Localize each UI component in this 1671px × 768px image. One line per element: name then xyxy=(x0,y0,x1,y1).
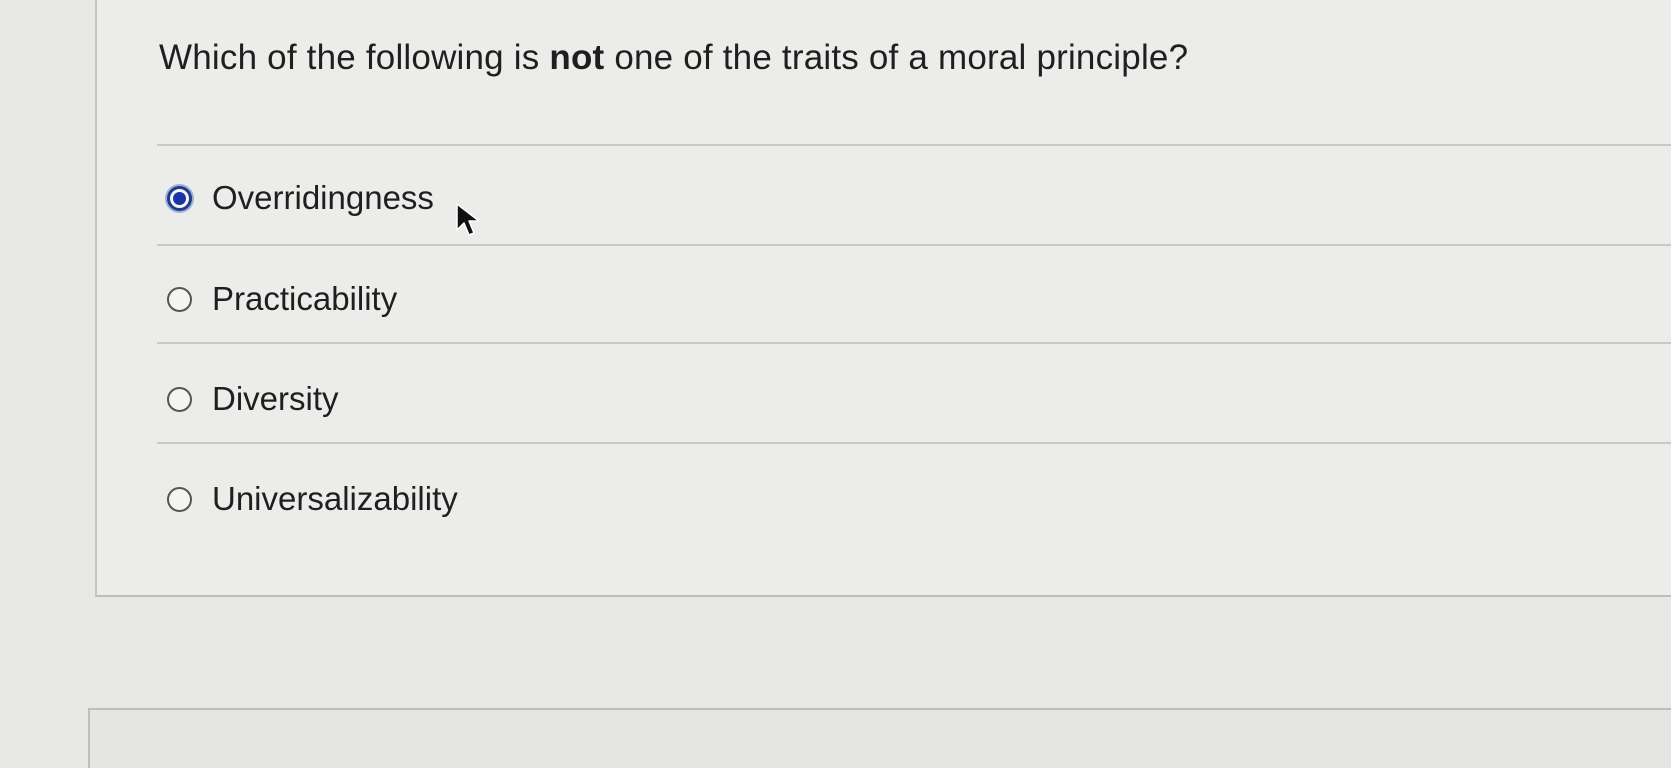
radio-button[interactable] xyxy=(167,386,192,412)
option-diversity[interactable]: Diversity xyxy=(167,377,339,421)
question-card: Which of the following is not one of the… xyxy=(95,0,1671,597)
mouse-pointer-icon xyxy=(456,203,480,236)
divider xyxy=(157,342,1671,344)
option-label: Overridingness xyxy=(212,179,434,216)
option-label: Diversity xyxy=(212,380,339,417)
radio-button-selected[interactable] xyxy=(167,185,192,211)
option-practicability[interactable]: Practicability xyxy=(167,277,397,321)
question-text-after: one of the traits of a moral principle? xyxy=(604,38,1189,77)
next-question-card xyxy=(88,708,1671,768)
question-text: Which of the following is not one of the… xyxy=(159,38,1188,78)
divider xyxy=(157,144,1671,146)
radio-dot xyxy=(173,191,186,205)
option-label: Practicability xyxy=(212,280,398,317)
option-overridingness[interactable]: Overridingness xyxy=(167,176,434,220)
option-universalizability[interactable]: Universalizability xyxy=(167,477,458,521)
radio-button[interactable] xyxy=(167,486,192,512)
radio-button[interactable] xyxy=(167,286,192,312)
option-label: Universalizability xyxy=(212,480,458,517)
divider xyxy=(157,442,1671,444)
divider xyxy=(157,244,1671,246)
question-text-before: Which of the following is xyxy=(159,38,550,77)
question-emphasis: not xyxy=(549,38,605,77)
